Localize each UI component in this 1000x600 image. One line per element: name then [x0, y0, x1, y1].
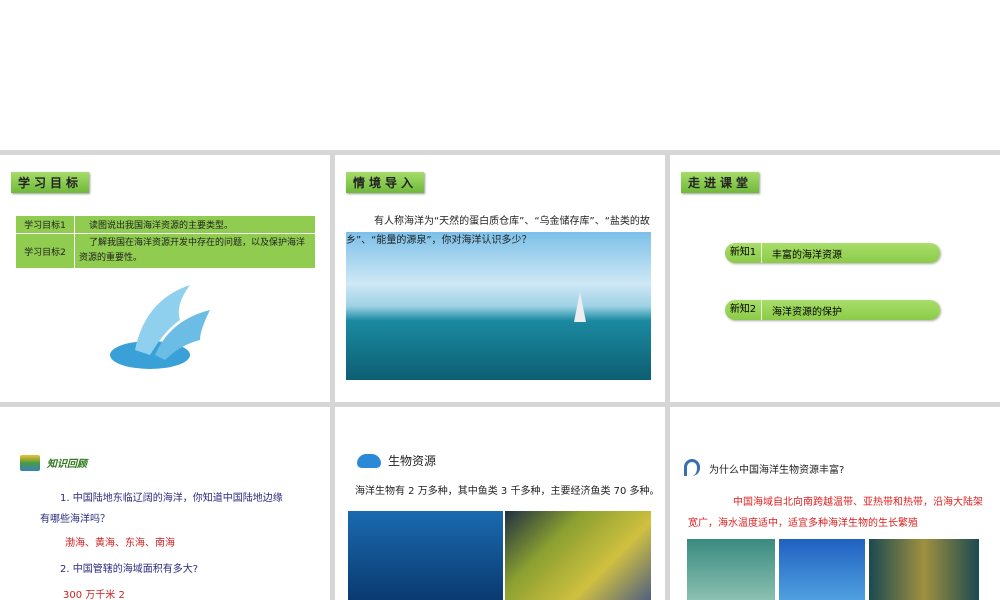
ocean-photo — [346, 232, 651, 380]
new-knowledge-1[interactable]: 新知1 丰富的海洋资源 — [725, 243, 940, 263]
whale-icon — [357, 454, 381, 468]
section-tag: 学习目标 — [11, 172, 90, 193]
question-text: 为什么中国海洋生物资源丰富? — [709, 465, 845, 476]
slide-review[interactable]: 知识回顾 1. 中国陆地东临辽阔的海洋，你知道中国陆地边缘有哪些海洋吗？ 渤海、… — [0, 407, 330, 600]
question-icon — [684, 459, 700, 476]
orca-photo — [348, 511, 503, 600]
section-tag: 情境导入 — [346, 172, 425, 193]
slide-into-class[interactable]: 走进课堂 新知1 丰富的海洋资源 新知2 海洋资源的保护 — [670, 155, 1000, 402]
bio-text: 海洋生物有 2 万多种，其中鱼类 3 千多种，主要经济鱼类 70 多种。 — [355, 486, 660, 497]
tropical-fish-photo — [779, 539, 865, 600]
item-number: 新知2 — [725, 300, 762, 320]
section-tag: 走进课堂 — [681, 172, 760, 193]
goal-label: 学习目标1 — [15, 215, 75, 234]
review-title: 知识回顾 — [47, 459, 87, 470]
slide-learning-goals[interactable]: 学习目标 学习目标1 读图说出我国海洋资源的主要类型。 学习目标2 了解我国在海洋资… — [0, 155, 330, 402]
slide-bio-resources[interactable]: 生物资源 海洋生物有 2 万多种，其中鱼类 3 千多种，主要经济鱼类 70 多种… — [335, 407, 665, 600]
bio-title: 生物资源 — [388, 454, 437, 468]
goal-text: 读图说出我国海洋资源的主要类型。 — [74, 215, 316, 234]
kelp-photo — [869, 539, 979, 600]
question-2: 2. 中国管辖的海域面积有多大? — [60, 564, 199, 575]
goal-label: 学习目标2 — [15, 233, 75, 269]
slide-why-rich[interactable]: 为什么中国海洋生物资源丰富? 中国海域自北向南跨越温带、亚热带和热带，沿海大陆架… — [670, 407, 1000, 600]
sailboat-icon — [574, 292, 586, 322]
item-number: 新知1 — [725, 243, 762, 263]
coral-photo — [687, 539, 775, 600]
question-1: 1. 中国陆地东临辽阔的海洋，你知道中国陆地边缘有哪些海洋吗？ — [40, 493, 283, 525]
new-knowledge-2[interactable]: 新知2 海洋资源的保护 — [725, 300, 940, 320]
fish-school-photo — [505, 511, 651, 600]
books-icon — [20, 455, 40, 471]
table-row: 学习目标1 读图说出我国海洋资源的主要类型。 — [15, 215, 316, 234]
intro-text: 有人称海洋为“天然的蛋白质仓库”、“乌金储存库”、“盐类的故乡”、“能量的源泉”… — [346, 216, 650, 246]
answer-1: 渤海、黄海、东海、南海 — [65, 538, 175, 549]
item-label: 海洋资源的保护 — [772, 306, 842, 318]
answer-2: 300 万千米 2 — [63, 590, 125, 600]
item-label: 丰富的海洋资源 — [772, 249, 842, 261]
table-row: 学习目标2 了解我国在海洋资源开发中存在的问题，以及保护海洋资源的重要性。 — [15, 233, 316, 269]
goals-table: 学习目标1 读图说出我国海洋资源的主要类型。 学习目标2 了解我国在海洋资源开发中存… — [15, 215, 316, 269]
dolphin-illustration — [110, 285, 210, 369]
slide-introduction[interactable]: 情境导入 有人称海洋为“天然的蛋白质仓库”、“乌金储存库”、“盐类的故乡”、“能… — [335, 155, 665, 402]
goal-text: 了解我国在海洋资源开发中存在的问题，以及保护海洋资源的重要性。 — [74, 233, 316, 269]
answer-text: 中国海域自北向南跨越温带、亚热带和热带，沿海大陆架宽广，海水温度适中，适宜多种海… — [688, 497, 983, 529]
